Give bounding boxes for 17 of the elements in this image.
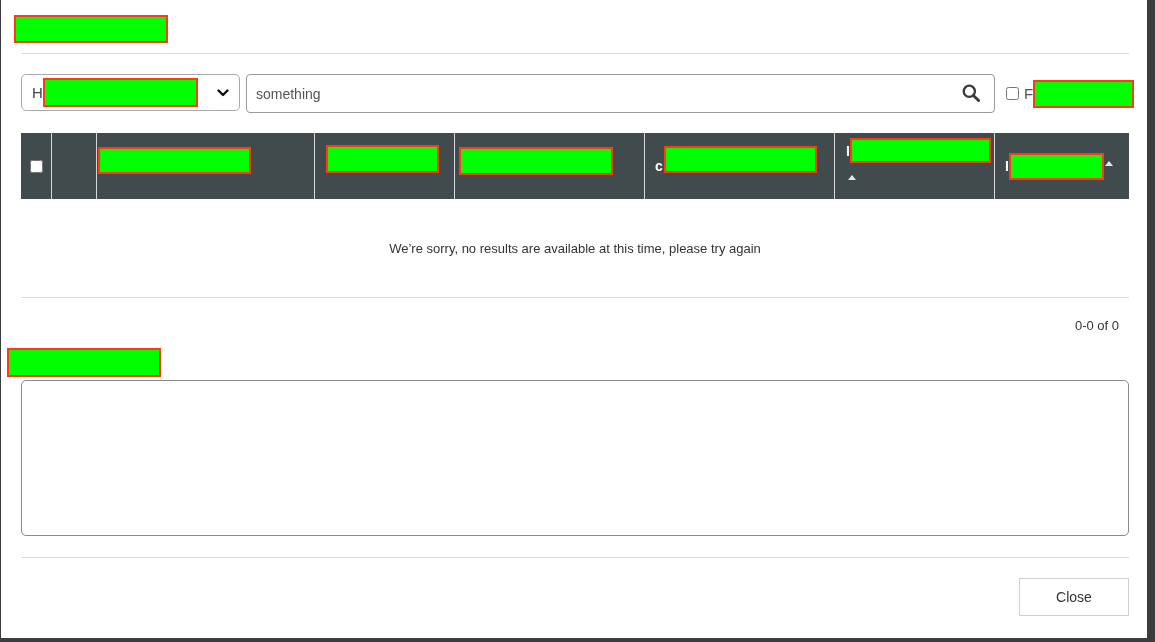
column-header[interactable]: I bbox=[994, 133, 1129, 199]
search-icon bbox=[962, 84, 980, 102]
chevron-down-icon bbox=[217, 88, 229, 97]
column-heading: I bbox=[846, 142, 850, 159]
dropdown-select[interactable]: H bbox=[21, 74, 240, 111]
notes-field[interactable] bbox=[21, 380, 1129, 536]
close-button[interactable]: Close bbox=[1019, 578, 1129, 616]
empty-message: We’re sorry, no results are available at this time, please try again bbox=[389, 240, 761, 256]
column-heading: c bbox=[655, 158, 663, 174]
filter-checkbox[interactable] bbox=[1006, 87, 1019, 100]
checkbox-label: F bbox=[1024, 85, 1034, 102]
column-heading: I bbox=[1005, 158, 1009, 174]
search-field[interactable]: something bbox=[246, 74, 995, 113]
pagination-text: 0-0 of 0 bbox=[1074, 318, 1119, 335]
select-all-checkbox[interactable] bbox=[29, 159, 43, 173]
column-header[interactable]: c bbox=[644, 133, 834, 199]
column-header[interactable]: I bbox=[834, 133, 994, 199]
